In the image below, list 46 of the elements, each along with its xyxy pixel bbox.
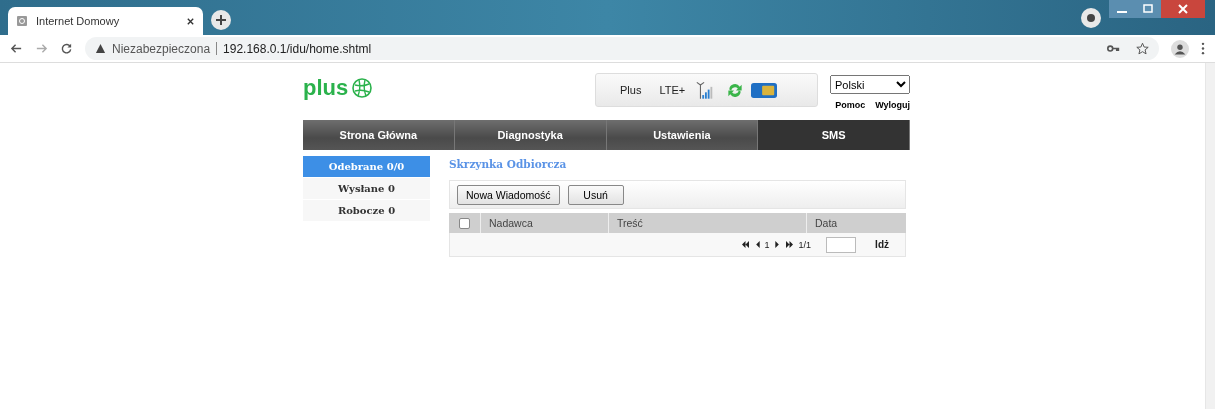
page-count: 1/1: [798, 239, 812, 250]
toolbar-button[interactable]: Nowa Wiadomość: [457, 184, 560, 205]
header-link[interactable]: Pomoc: [835, 100, 866, 110]
language-select[interactable]: Polski: [830, 75, 910, 94]
maximize-icon[interactable]: [1135, 0, 1161, 18]
menu-icon[interactable]: [1201, 42, 1205, 55]
star-icon[interactable]: [1136, 42, 1149, 55]
reload-icon[interactable]: [60, 42, 73, 55]
logo-text: plus: [303, 77, 349, 99]
profile-icon[interactable]: [1171, 39, 1189, 58]
nav-tab[interactable]: Diagnostyka: [454, 120, 607, 150]
browser-tab[interactable]: Internet Domowy: [8, 7, 203, 35]
page-number: 1: [764, 239, 770, 250]
security-label: Niezabezpieczona: [112, 41, 211, 56]
page-icon: [16, 15, 28, 27]
address-bar[interactable]: Niezabezpieczona 192.168.0.1/idu/home.shtml: [85, 37, 1159, 60]
nav-tab[interactable]: Ustawienia: [606, 120, 759, 150]
previous-page-icon[interactable]: [754, 241, 760, 248]
close-icon[interactable]: [186, 16, 195, 26]
toolbar-button[interactable]: Usuń: [567, 184, 624, 205]
column-header: Data: [814, 216, 839, 231]
header-link[interactable]: Wyloguj: [875, 100, 910, 110]
extension-icon[interactable]: [1081, 8, 1101, 28]
warning-icon: [95, 43, 106, 54]
back-icon[interactable]: [10, 42, 23, 55]
sidebar-item[interactable]: Robocze 0: [303, 200, 430, 221]
nav-tab[interactable]: SMS: [758, 120, 910, 150]
operator-name: Plus: [620, 84, 642, 96]
select-all-checkbox[interactable]: [459, 217, 470, 229]
new-tab-icon[interactable]: [211, 10, 231, 30]
scrollbar[interactable]: [1205, 63, 1215, 409]
key-icon[interactable]: [1107, 42, 1120, 55]
section-title: Skrzynka Odbiorcza: [449, 157, 568, 172]
minimize-icon[interactable]: [1109, 0, 1135, 18]
nav-tab[interactable]: Strona Główna: [303, 120, 455, 150]
logo-icon: [352, 78, 373, 98]
go-link[interactable]: Idż: [875, 239, 889, 250]
url-text: 192.168.0.1/idu/home.shtml: [223, 41, 372, 56]
tab-title: Internet Domowy: [36, 15, 121, 27]
last-page-icon[interactable]: [784, 241, 794, 248]
sim-card-icon: [751, 81, 778, 99]
next-page-icon[interactable]: [774, 241, 780, 248]
sidebar-item[interactable]: Wysłane 0: [303, 178, 430, 199]
page-input[interactable]: [826, 236, 857, 253]
network-type: LTE+: [659, 84, 686, 96]
first-page-icon[interactable]: [740, 241, 750, 248]
